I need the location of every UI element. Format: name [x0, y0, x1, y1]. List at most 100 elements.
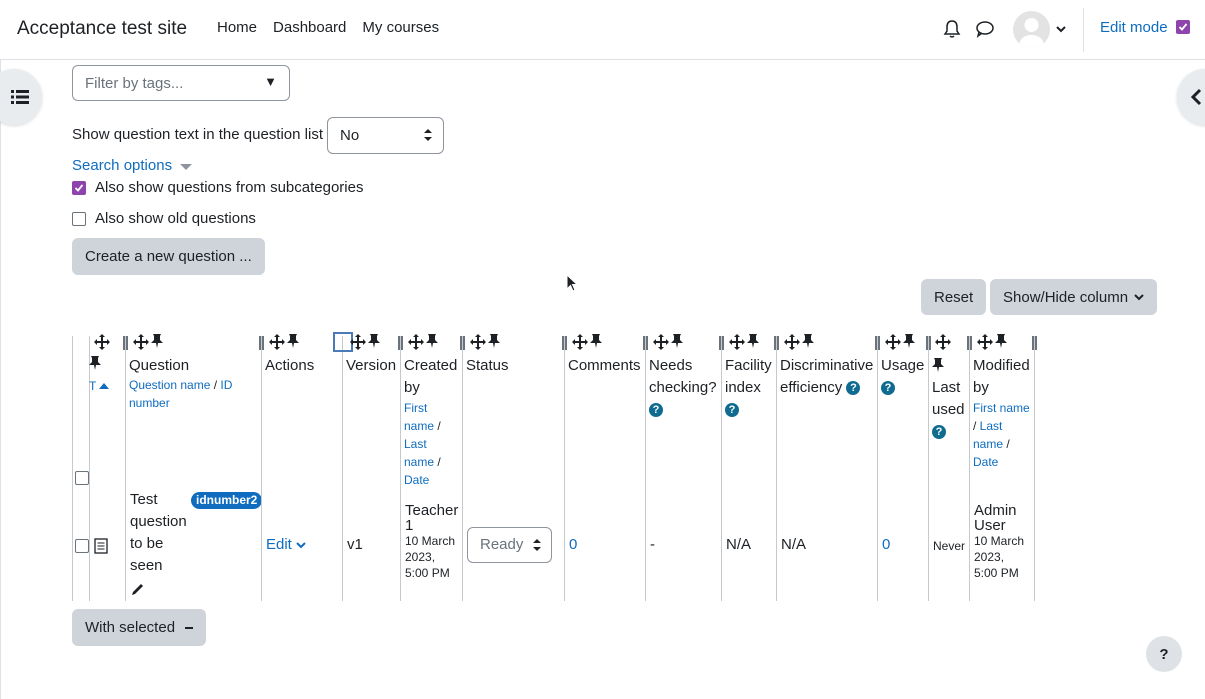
move-icon[interactable] — [729, 334, 745, 354]
column-separator — [72, 336, 73, 601]
column-resize-handle[interactable] — [460, 336, 465, 350]
sort-by-creator-last-name[interactable]: Last — [404, 435, 464, 453]
help-icon[interactable]: ? — [881, 377, 924, 399]
column-resize-handle[interactable] — [926, 336, 931, 350]
move-icon[interactable] — [572, 334, 588, 354]
column-resize-handle[interactable] — [398, 336, 403, 350]
open-course-index-button[interactable] — [0, 69, 42, 125]
needs-checking-column-controls — [653, 334, 683, 354]
old-questions-label[interactable]: Also show old questions — [95, 210, 256, 227]
pin-icon[interactable] — [151, 334, 163, 354]
pin-icon[interactable] — [287, 334, 299, 354]
move-icon[interactable] — [885, 334, 901, 354]
created-by-column-controls — [408, 334, 438, 354]
sort-link-text: Date — [404, 473, 430, 487]
modified-by-sort-links: First name / Last name / Date — [973, 399, 1035, 471]
move-icon[interactable] — [470, 334, 486, 354]
type-sort-link[interactable]: T — [89, 375, 110, 397]
move-icon[interactable] — [350, 334, 366, 354]
comments-count-link[interactable]: 0 — [569, 534, 577, 556]
chevron-down-icon — [1134, 294, 1144, 301]
sort-by-creator-last-name-2[interactable]: name / — [404, 453, 464, 471]
column-resize-handle[interactable] — [123, 336, 128, 350]
column-resize-handle[interactable] — [719, 336, 724, 350]
edit-mode-toggle[interactable] — [1176, 20, 1190, 34]
nav-dashboard[interactable]: Dashboard — [273, 19, 346, 36]
sort-by-modifier-first-name[interactable]: First name — [973, 399, 1035, 417]
pin-icon[interactable] — [368, 334, 380, 354]
move-icon[interactable] — [977, 334, 993, 354]
column-separator — [342, 336, 343, 601]
select-all-checkbox[interactable] — [75, 470, 89, 492]
subcategories-checkbox[interactable] — [72, 180, 86, 195]
column-resize-handle[interactable] — [259, 336, 264, 350]
nav-my-courses[interactable]: My courses — [362, 19, 439, 36]
pin-icon[interactable] — [426, 334, 438, 354]
show-hide-column-button[interactable]: Show/Hide column — [990, 279, 1158, 315]
column-resize-handle[interactable] — [643, 336, 648, 350]
sort-by-modifier-last-name-2[interactable]: name — [973, 437, 1003, 451]
row-select-checkbox[interactable] — [75, 538, 89, 560]
help-icon[interactable]: ? — [932, 421, 965, 443]
old-questions-checkbox[interactable] — [72, 211, 86, 226]
sort-by-modified-date[interactable]: Date — [973, 453, 1035, 471]
created-date: 2023, — [405, 550, 436, 564]
sort-by-creator-first-name[interactable]: First — [404, 399, 464, 417]
messages-chat-icon[interactable] — [975, 19, 995, 43]
with-selected-button[interactable]: With selected — [72, 609, 207, 646]
pin-icon[interactable] — [747, 334, 759, 354]
caret-down-icon — [180, 158, 193, 175]
reset-columns-button[interactable]: Reset — [921, 279, 987, 315]
user-avatar[interactable] — [1013, 11, 1050, 48]
help-icon[interactable]: ? — [725, 399, 772, 421]
status-select[interactable]: Ready — [467, 527, 552, 563]
question-text-select[interactable]: No — [327, 117, 444, 154]
subcategories-option: Also show questions from subcategories — [72, 179, 363, 196]
column-resize-handle[interactable] — [875, 336, 880, 350]
sort-by-modifier-last-name[interactable]: Last — [980, 419, 1003, 433]
move-icon[interactable] — [269, 334, 285, 354]
pin-icon[interactable] — [802, 334, 814, 354]
create-question-button[interactable]: Create a new question ... — [72, 238, 265, 275]
sort-by-question-name[interactable]: Question name — [129, 378, 210, 392]
move-icon[interactable] — [94, 334, 110, 354]
pin-icon[interactable] — [671, 334, 683, 354]
tag-filter-input[interactable]: Filter by tags... ▼ — [72, 65, 290, 101]
move-icon[interactable] — [653, 334, 669, 354]
column-resize-handle[interactable] — [1032, 336, 1037, 350]
with-selected-label: With selected — [85, 619, 176, 636]
column-resize-handle[interactable] — [967, 336, 972, 350]
sort-link-text: Last — [404, 437, 427, 451]
move-icon[interactable] — [784, 334, 800, 354]
pin-icon[interactable] — [932, 357, 944, 379]
column-resize-handle[interactable] — [774, 336, 779, 350]
nav-home[interactable]: Home — [217, 19, 257, 36]
move-icon[interactable] — [408, 334, 424, 354]
subcategories-label[interactable]: Also show questions from subcategories — [95, 179, 363, 196]
pin-icon[interactable] — [995, 334, 1007, 354]
edit-action-menu[interactable]: Edit — [266, 534, 306, 556]
edit-question-name-pencil-icon[interactable] — [131, 581, 145, 603]
notifications-bell-icon[interactable] — [943, 19, 961, 43]
pin-icon[interactable] — [488, 334, 500, 354]
pin-icon[interactable] — [590, 334, 602, 354]
move-icon[interactable] — [935, 334, 951, 354]
pin-icon[interactable] — [903, 334, 915, 354]
site-name[interactable]: Acceptance test site — [17, 18, 187, 40]
help-button[interactable]: ? — [1146, 636, 1182, 672]
open-block-drawer-button[interactable] — [1177, 69, 1205, 125]
modified-by-header-line: Modified — [973, 357, 1030, 374]
sort-by-creator-first-name-2[interactable]: name / — [404, 417, 464, 435]
version-header: Version — [346, 357, 397, 374]
search-options-toggle[interactable]: Search options — [72, 157, 193, 175]
move-icon[interactable] — [133, 334, 149, 354]
pin-icon[interactable] — [89, 355, 101, 377]
sort-by-created-date[interactable]: Date — [404, 471, 464, 489]
user-menu-chevron-down-icon[interactable] — [1055, 22, 1067, 39]
help-icon[interactable]: ? — [846, 381, 861, 396]
edit-mode-label[interactable]: Edit mode — [1100, 19, 1168, 36]
help-icon[interactable]: ? — [649, 399, 717, 421]
modified-date: 10 March — [974, 534, 1025, 548]
column-resize-handle[interactable] — [562, 336, 567, 350]
usage-count-link[interactable]: 0 — [882, 534, 890, 556]
